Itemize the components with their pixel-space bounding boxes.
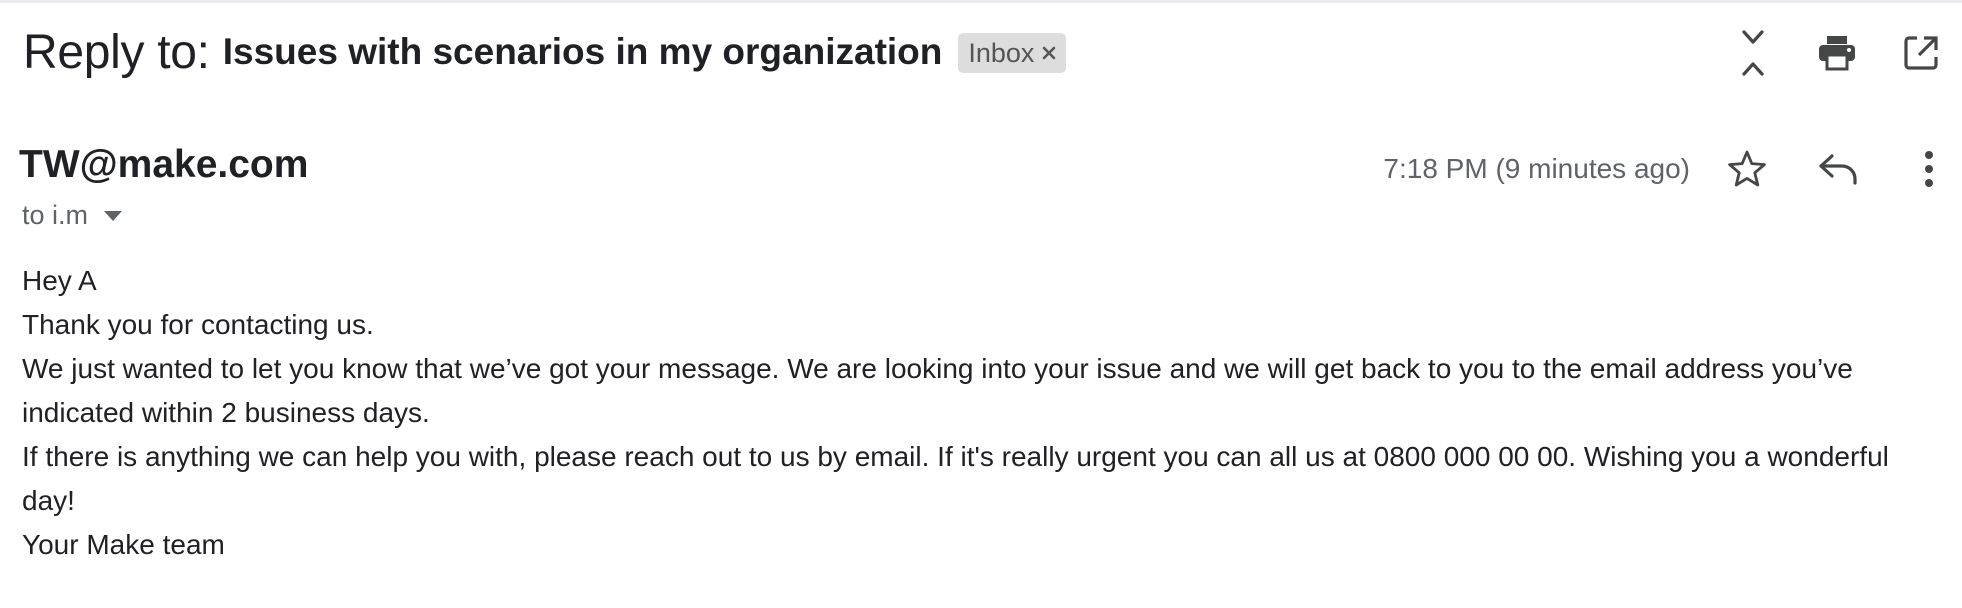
sender-name[interactable]: TW@make.com — [19, 143, 308, 187]
body-line: If there is anything we can help you wit… — [22, 441, 1889, 516]
body-line: Hey A — [22, 265, 97, 296]
label-chip-inbox[interactable]: Inbox — [958, 33, 1067, 73]
label-chip-text: Inbox — [968, 37, 1035, 68]
timestamp: 7:18 PM (9 minutes ago) — [1383, 153, 1690, 184]
body-line: Your Make team — [22, 529, 225, 560]
remove-label-icon[interactable] — [1042, 46, 1056, 60]
star-icon[interactable] — [1724, 146, 1770, 192]
top-divider — [0, 0, 1962, 3]
message-actions: 7:18 PM (9 minutes ago) — [1383, 146, 1952, 192]
body-line: Thank you for contacting us. — [22, 309, 374, 340]
header-actions — [1730, 30, 1944, 76]
open-new-window-icon[interactable] — [1898, 30, 1944, 76]
print-icon[interactable] — [1814, 30, 1860, 76]
reply-icon[interactable] — [1815, 146, 1861, 192]
body-line: We just wanted to let you know that we’v… — [22, 353, 1853, 428]
reply-prefix: Reply to: — [23, 25, 210, 79]
more-vert-icon[interactable] — [1906, 146, 1952, 192]
subject-title: Issues with scenarios in my organization — [222, 31, 943, 72]
caret-down-icon[interactable] — [104, 210, 123, 221]
message-body: Hey A Thank you for contacting us. We ju… — [22, 259, 1942, 567]
subject-header: Reply to: Issues with scenarios in my or… — [23, 22, 1067, 82]
recipient-label: to i.m — [22, 200, 89, 230]
collapse-all-icon[interactable] — [1730, 30, 1776, 76]
recipient-details-toggle[interactable]: to i.m — [22, 200, 123, 231]
